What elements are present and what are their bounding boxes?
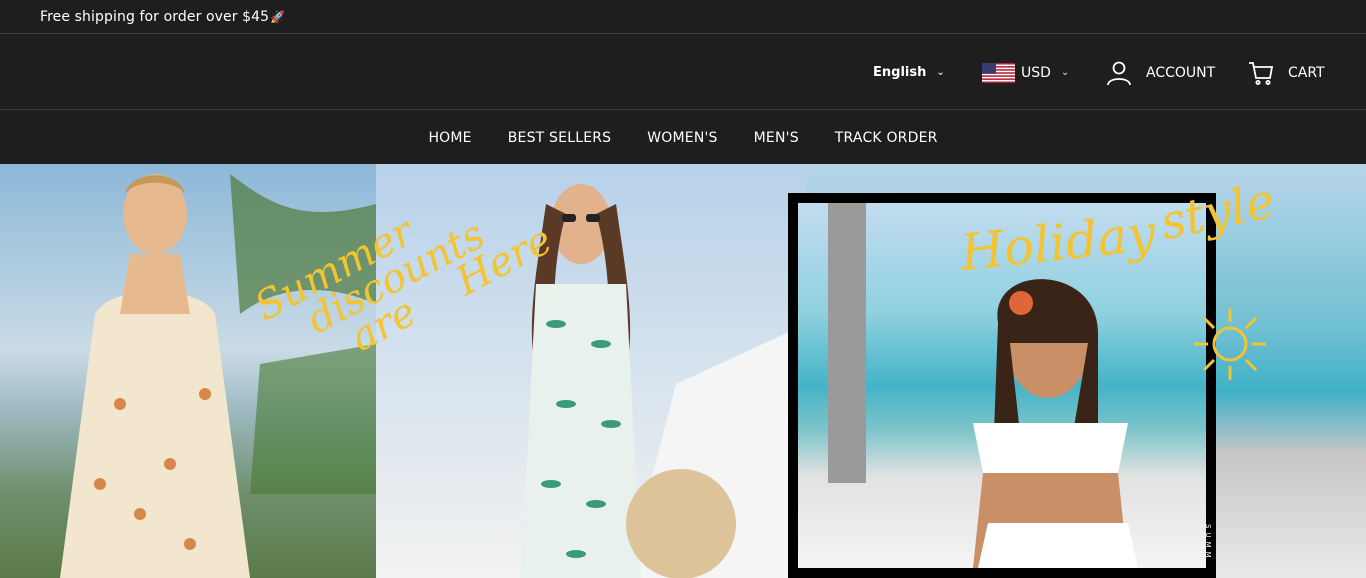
- currency-label: USD: [1021, 64, 1051, 81]
- account-link[interactable]: ACCOUNT: [1106, 35, 1215, 110]
- currency-selector[interactable]: USD ⌄: [982, 35, 1069, 110]
- account-label: ACCOUNT: [1146, 64, 1216, 81]
- language-label: English: [873, 65, 927, 80]
- site-header: English ⌄ USD ⌄ ACCOUNT CART: [0, 35, 1366, 110]
- user-icon: [1107, 61, 1131, 85]
- hero-banner[interactable]: Summer discounts are Here Holiday style …: [0, 164, 1366, 578]
- nav-womens[interactable]: WOMEN'S: [629, 130, 735, 146]
- main-nav: HOME BEST SELLERS WOMEN'S MEN'S TRACK OR…: [0, 111, 1366, 164]
- announcement-text: Free shipping for order over $45: [40, 8, 270, 25]
- cart-label: CART: [1288, 64, 1325, 81]
- side-vertical-text: SUMM: [1204, 524, 1212, 562]
- rocket-icon: 🚀: [270, 9, 286, 24]
- chevron-down-icon: ⌄: [936, 67, 945, 78]
- nav-track-order[interactable]: TRACK ORDER: [817, 130, 956, 146]
- cart-link[interactable]: CART: [1248, 35, 1325, 110]
- language-selector[interactable]: English ⌄: [873, 35, 945, 110]
- cart-icon: [1249, 61, 1274, 85]
- announcement-bar: Free shipping for order over $45 🚀: [0, 0, 1366, 34]
- chevron-down-icon: ⌄: [1060, 67, 1070, 78]
- us-flag-icon: [982, 62, 1015, 83]
- nav-home[interactable]: HOME: [410, 130, 489, 146]
- nav-best-sellers[interactable]: BEST SELLERS: [490, 130, 630, 146]
- nav-mens[interactable]: MEN'S: [736, 130, 817, 146]
- sun-doodle-icon: [1194, 308, 1266, 380]
